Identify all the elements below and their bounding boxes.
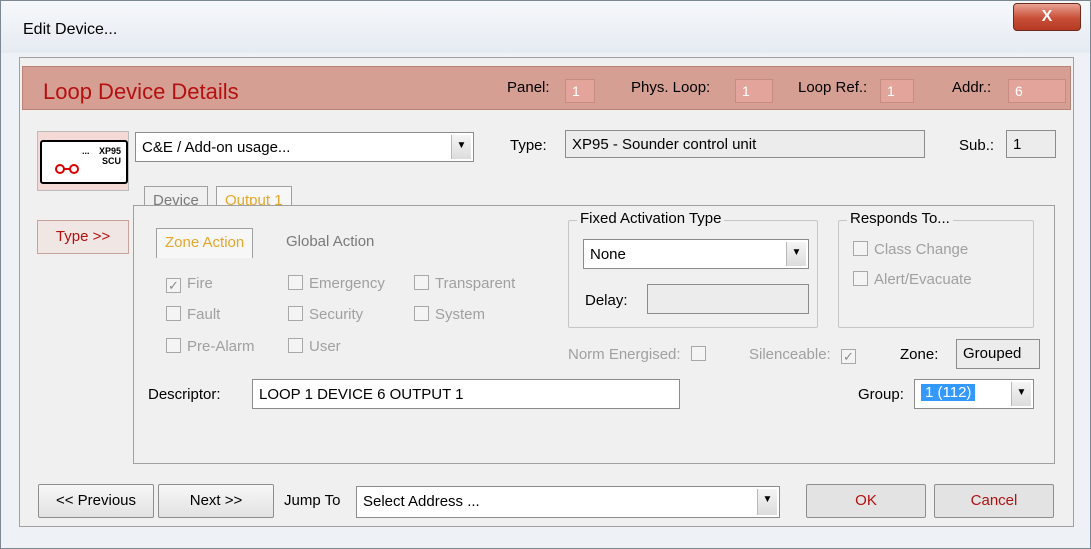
phys-loop-label: Phys. Loop: bbox=[631, 79, 711, 96]
tab-zone-action[interactable]: Zone Action bbox=[156, 228, 254, 258]
norm-energised-checkbox[interactable]: Norm Energised: bbox=[568, 346, 712, 363]
next-button[interactable]: Next >> bbox=[158, 484, 274, 518]
zone-label: Zone: bbox=[900, 346, 939, 363]
panel-field[interactable]: 1 bbox=[565, 79, 595, 103]
sub-label: Sub.: bbox=[959, 137, 995, 154]
alert-evacuate-checkbox[interactable]: Alert/Evacuate bbox=[853, 271, 972, 288]
fault-checkbox[interactable]: Fault bbox=[166, 306, 220, 323]
dialog-body: Loop Device Details Panel: 1 Phys. Loop:… bbox=[19, 57, 1074, 527]
chevron-down-icon[interactable]: ▼ bbox=[757, 489, 777, 515]
sounder-control-unit-icon: ... XP95 SCU bbox=[37, 131, 129, 191]
panel-label: Panel: bbox=[507, 79, 550, 96]
group-value: 1 (112) bbox=[921, 384, 976, 401]
type-field: XP95 - Sounder control unit bbox=[565, 130, 925, 158]
edit-device-window: Edit Device... X Loop Device Details Pan… bbox=[0, 0, 1091, 549]
class-change-checkbox[interactable]: Class Change bbox=[853, 241, 968, 258]
emergency-checkbox[interactable]: Emergency bbox=[288, 275, 385, 292]
jump-to-value: Select Address ... bbox=[363, 493, 480, 510]
activation-type-value: None bbox=[590, 246, 626, 263]
icon-decoration: ... bbox=[82, 146, 90, 156]
pre-alarm-checkbox[interactable]: Pre-Alarm bbox=[166, 338, 255, 355]
usage-combo[interactable]: C&E / Add-on usage... ▼ bbox=[135, 132, 474, 162]
sub-field: 1 bbox=[1006, 130, 1056, 158]
chevron-down-icon[interactable]: ▼ bbox=[451, 135, 471, 159]
phys-loop-field[interactable]: 1 bbox=[735, 79, 773, 103]
output-tab-panel: Zone Action Global Action ✓ Fire Emergenc… bbox=[133, 205, 1055, 464]
responds-to-legend: Responds To... bbox=[847, 210, 953, 227]
responds-to-group: Responds To... Class Change Alert/Evacua… bbox=[838, 210, 1034, 328]
addr-label: Addr.: bbox=[952, 79, 992, 96]
icon-text-xp95: XP95 bbox=[99, 146, 121, 156]
descriptor-label: Descriptor: bbox=[148, 386, 221, 403]
fixed-activation-group: Fixed Activation Type None ▼ Delay: bbox=[568, 210, 818, 328]
activation-type-combo[interactable]: None ▼ bbox=[583, 239, 809, 269]
cancel-button[interactable]: Cancel bbox=[934, 484, 1054, 518]
group-combo[interactable]: 1 (112) ▼ bbox=[914, 379, 1034, 409]
transparent-checkbox[interactable]: Transparent bbox=[414, 275, 515, 292]
device-symbol-icon: ... XP95 SCU bbox=[55, 146, 121, 174]
check-icon: ✓ bbox=[166, 278, 181, 293]
delay-label: Delay: bbox=[585, 292, 628, 309]
jump-to-label: Jump To bbox=[284, 492, 341, 509]
user-checkbox[interactable]: User bbox=[288, 338, 341, 355]
window-title: Edit Device... bbox=[23, 21, 118, 38]
fire-checkbox[interactable]: ✓ Fire bbox=[166, 275, 213, 293]
delay-field[interactable] bbox=[647, 284, 809, 314]
loop-ref-label: Loop Ref.: bbox=[798, 79, 868, 96]
addr-field[interactable]: 6 bbox=[1008, 79, 1066, 103]
tab-global-action[interactable]: Global Action bbox=[278, 228, 382, 258]
icon-text-scu: SCU bbox=[102, 156, 121, 166]
silenceable-checkbox[interactable]: Silenceable: ✓ bbox=[749, 346, 862, 364]
zone-field: Grouped bbox=[956, 339, 1040, 369]
chevron-down-icon[interactable]: ▼ bbox=[1011, 382, 1031, 406]
title-bar: Edit Device... X bbox=[1, 1, 1090, 53]
usage-combo-value: C&E / Add-on usage... bbox=[142, 139, 291, 156]
system-checkbox[interactable]: System bbox=[414, 306, 485, 323]
loop-device-header: Loop Device Details Panel: 1 Phys. Loop:… bbox=[22, 66, 1071, 110]
fixed-activation-legend: Fixed Activation Type bbox=[577, 210, 725, 227]
jump-to-combo[interactable]: Select Address ... ▼ bbox=[356, 486, 780, 518]
chevron-down-icon[interactable]: ▼ bbox=[786, 242, 806, 266]
type-label: Type: bbox=[510, 137, 547, 154]
type-button[interactable]: Type >> bbox=[37, 220, 129, 254]
descriptor-input[interactable]: LOOP 1 DEVICE 6 OUTPUT 1 bbox=[252, 379, 680, 409]
security-checkbox[interactable]: Security bbox=[288, 306, 363, 323]
ok-button[interactable]: OK bbox=[806, 484, 926, 518]
loop-ref-field[interactable]: 1 bbox=[880, 79, 914, 103]
close-button[interactable]: X bbox=[1013, 3, 1081, 31]
page-title: Loop Device Details bbox=[43, 79, 239, 104]
previous-button[interactable]: << Previous bbox=[38, 484, 154, 518]
group-label: Group: bbox=[858, 386, 904, 403]
